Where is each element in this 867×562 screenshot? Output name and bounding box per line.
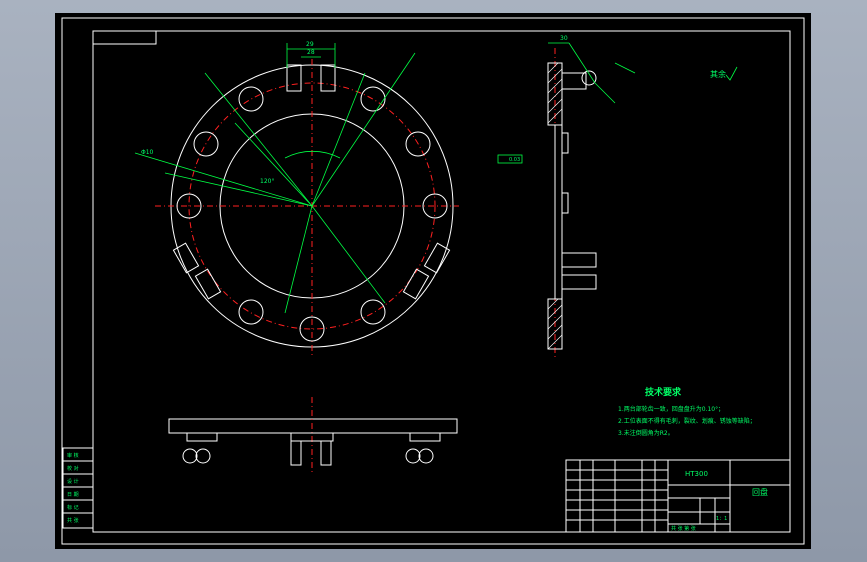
inner-frame: [92, 30, 791, 533]
left-table-3: 日 期: [67, 492, 79, 498]
title-block-part-name: 回盘: [752, 487, 768, 497]
left-table-2: 设 计: [67, 478, 79, 485]
left-table: 审 核 校 对 设 计 日 期 标 记 共 张: [62, 447, 94, 529]
dim-top-width: 29: [306, 41, 314, 48]
bottom-view: [168, 397, 458, 473]
left-table-4: 标 记: [67, 504, 79, 511]
cad-drawing-canvas: 29 28 Φ10 120° 30 0.03 其余 技术要求 1.两台部轮齿一致…: [55, 13, 811, 549]
left-table-1: 校 对: [67, 465, 79, 472]
front-dimensions: [134, 43, 416, 314]
tech-req-title: 技术要求: [645, 386, 682, 398]
dim-bolt-circle: Φ10: [141, 149, 154, 156]
title-block-scale: 1：1: [716, 516, 727, 522]
side-view: [497, 42, 636, 358]
dim-datum: 0.03: [509, 157, 520, 163]
tech-req-item-1: 1.两台部轮齿一致，回盘盘升为0.10°；: [618, 405, 724, 413]
dim-side-top: 30: [560, 35, 568, 42]
roughness-symbol: [725, 66, 738, 81]
left-table-0: 审 核: [67, 452, 79, 459]
title-block: HT300 回盘 1：1 共 张 第 张: [565, 459, 791, 533]
dim-angle: 120°: [260, 178, 274, 185]
dim-top-inner: 28: [307, 49, 315, 56]
title-block-sheet: 共 张 第 张: [671, 525, 696, 532]
drawing-svg: 29 28 Φ10 120° 30 0.03 其余 技术要求 1.两台部轮齿一致…: [61, 17, 805, 545]
tech-req-item-3: 3.未注倒圆角为R2。: [618, 429, 674, 437]
corner-tag: [92, 30, 157, 45]
outer-frame: [61, 17, 805, 545]
roughness-note: 其余: [710, 69, 726, 79]
tech-req-item-2: 2.工位表面不得有毛刺，裂纹、划痕、锈蚀等缺陷；: [618, 417, 756, 425]
technical-requirements: 技术要求 1.两台部轮齿一致，回盘盘升为0.10°； 2.工位表面不得有毛刺，裂…: [618, 386, 756, 437]
front-view: 29 28 Φ10 120°: [134, 41, 459, 357]
left-table-5: 共 张: [67, 517, 79, 524]
title-block-code: HT300: [685, 470, 708, 478]
